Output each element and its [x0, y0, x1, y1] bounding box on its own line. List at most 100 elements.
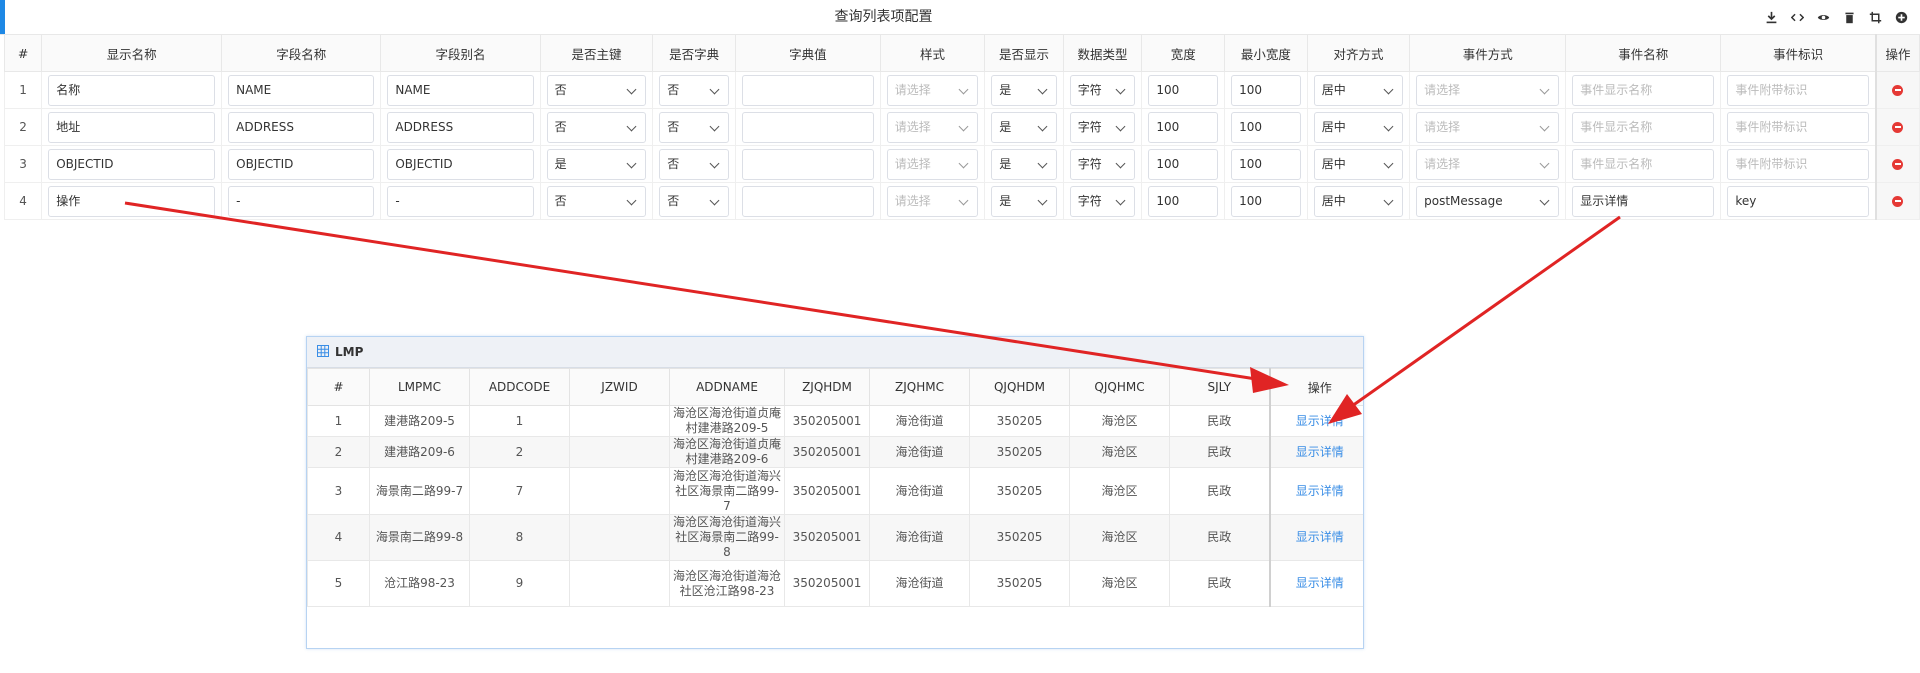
primary-key-select[interactable]: 否	[546, 74, 647, 106]
field-name-input[interactable]: NAME	[228, 74, 375, 106]
field-alias-input[interactable]: OBJECTID	[387, 148, 534, 180]
min-width-input[interactable]: 100	[1231, 185, 1301, 217]
add-circle-icon[interactable]	[1890, 6, 1912, 28]
event-name-input[interactable]: 事件显示名称	[1572, 148, 1715, 180]
style-select[interactable]: 请选择	[886, 185, 979, 217]
trash-icon[interactable]	[1838, 6, 1860, 28]
data-type-select[interactable]: 字符	[1069, 74, 1136, 106]
dictionary-select[interactable]: 否	[659, 74, 730, 106]
style-select[interactable]: 请选择	[886, 111, 979, 143]
field-alias-input[interactable]: ADDRESS	[387, 111, 534, 143]
remove-row-icon[interactable]	[1892, 158, 1904, 170]
display-name-input[interactable]: OBJECTID	[48, 148, 216, 180]
lmp-cell-qjqhmc: 海沧区	[1069, 560, 1170, 607]
field-name-input[interactable]: ADDRESS	[228, 111, 375, 143]
align-select[interactable]: 居中	[1313, 148, 1404, 180]
field-name-input[interactable]: -	[228, 185, 375, 217]
show-detail-link[interactable]: 显示详情	[1268, 436, 1363, 468]
visible-select[interactable]: 是	[991, 74, 1057, 106]
event-mode-select[interactable]: 请选择	[1416, 74, 1560, 106]
data-type-select[interactable]: 字符	[1069, 185, 1136, 217]
remove-row-icon[interactable]	[1892, 121, 1904, 133]
field-alias-input[interactable]: -	[387, 185, 534, 217]
primary-key-select[interactable]: 是	[546, 148, 647, 180]
col-header: 事件标识	[1720, 34, 1877, 72]
dict-value-input[interactable]	[742, 185, 874, 217]
field-alias-input[interactable]: NAME	[387, 74, 534, 106]
lmp-cell-qjqhmc: 海沧区	[1069, 467, 1170, 515]
crop-icon[interactable]	[1864, 6, 1886, 28]
grid-icon	[317, 344, 329, 360]
config-cell: OBJECTID	[380, 145, 541, 183]
visible-select[interactable]: 是	[991, 111, 1057, 143]
lmp-cell-addname: 海沧区海沧街道海沧社区沧江路98-23	[669, 560, 785, 607]
config-cell: 操作	[41, 182, 223, 220]
lmp-cell-index: 2	[307, 436, 370, 468]
lmp-col-header: SJLY	[1169, 368, 1270, 406]
primary-key-select[interactable]: 否	[546, 111, 647, 143]
col-header: 是否主键	[539, 34, 654, 72]
event-name-input[interactable]: 事件显示名称	[1572, 111, 1715, 143]
min-width-input[interactable]: 100	[1231, 148, 1301, 180]
visible-select[interactable]: 是	[991, 148, 1057, 180]
code-icon[interactable]	[1786, 6, 1808, 28]
dictionary-select[interactable]: 否	[659, 148, 730, 180]
dict-value-input[interactable]	[742, 111, 874, 143]
event-mode-select[interactable]: 请选择	[1416, 111, 1560, 143]
show-detail-link[interactable]: 显示详情	[1268, 405, 1363, 437]
event-key-input[interactable]: 事件附带标识	[1727, 74, 1869, 106]
display-name-input[interactable]: 地址	[48, 111, 216, 143]
dict-value-input[interactable]	[742, 148, 874, 180]
lmp-cell-qjqhmc: 海沧区	[1069, 436, 1170, 468]
remove-row-icon[interactable]	[1892, 84, 1904, 96]
dictionary-select[interactable]: 否	[659, 111, 730, 143]
config-row: 4 操作 - - 否否请选择是字符 100 100 居中 postMessage 显示详情 key	[3, 182, 1920, 220]
config-cell: 否	[652, 145, 737, 183]
width-input[interactable]: 100	[1148, 148, 1219, 180]
remove-row-icon[interactable]	[1892, 195, 1904, 207]
dictionary-select[interactable]: 否	[659, 185, 730, 217]
min-width-input[interactable]: 100	[1231, 74, 1301, 106]
data-type-select[interactable]: 字符	[1069, 111, 1136, 143]
width-input[interactable]: 100	[1148, 74, 1219, 106]
event-name-input[interactable]: 显示详情	[1572, 185, 1715, 217]
config-cell: 请选择	[879, 108, 986, 146]
show-detail-link[interactable]: 显示详情	[1268, 514, 1363, 561]
event-key-input[interactable]: key	[1727, 185, 1869, 217]
eye-icon[interactable]	[1812, 6, 1834, 28]
show-detail-link[interactable]: 显示详情	[1268, 560, 1363, 607]
display-name-input[interactable]: 操作	[48, 185, 216, 217]
style-select[interactable]: 请选择	[886, 148, 979, 180]
download-icon[interactable]	[1760, 6, 1782, 28]
lmp-row: 5 沧江路98-23 9 海沧区海沧街道海沧社区沧江路98-23 350205001 海沧…	[307, 560, 1363, 607]
data-type-select[interactable]: 字符	[1069, 148, 1136, 180]
event-mode-select[interactable]: postMessage	[1416, 185, 1560, 217]
align-select[interactable]: 居中	[1313, 111, 1404, 143]
config-cell: 地址	[41, 108, 223, 146]
dict-value-input[interactable]	[742, 74, 874, 106]
lmp-cell-index: 5	[307, 560, 370, 607]
align-select[interactable]: 居中	[1313, 74, 1404, 106]
config-cell: 100	[1141, 182, 1226, 220]
title-bar: 查询列表项配置	[0, 0, 1920, 35]
align-select[interactable]: 居中	[1313, 185, 1404, 217]
show-detail-link[interactable]: 显示详情	[1268, 467, 1363, 515]
primary-key-select[interactable]: 否	[546, 185, 647, 217]
event-name-input[interactable]: 事件显示名称	[1572, 74, 1715, 106]
event-mode-select[interactable]: 请选择	[1416, 148, 1560, 180]
col-header: 是否显示	[984, 34, 1064, 72]
min-width-input[interactable]: 100	[1231, 111, 1301, 143]
visible-select[interactable]: 是	[991, 185, 1057, 217]
style-select[interactable]: 请选择	[886, 74, 979, 106]
field-name-input[interactable]: OBJECTID	[228, 148, 375, 180]
width-input[interactable]: 100	[1148, 111, 1219, 143]
display-name-input[interactable]: 名称	[48, 74, 216, 106]
arrow-from-event-name-to-link	[1328, 215, 1621, 424]
config-cell: 请选择	[1409, 145, 1567, 183]
event-key-input[interactable]: 事件附带标识	[1727, 148, 1869, 180]
config-cell: postMessage	[1409, 182, 1567, 220]
width-input[interactable]: 100	[1148, 185, 1219, 217]
event-key-input[interactable]: 事件附带标识	[1727, 111, 1869, 143]
config-cell: 名称	[41, 71, 223, 109]
config-cell	[735, 108, 881, 146]
